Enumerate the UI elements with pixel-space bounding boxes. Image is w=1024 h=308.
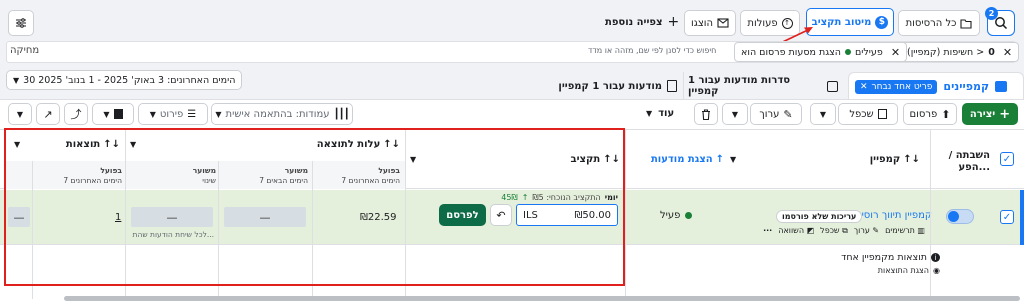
col-divider bbox=[625, 129, 626, 299]
chevron-down-icon: ▼ bbox=[16, 109, 24, 119]
tab-ads[interactable]: מודעות עבור 1 קמפיין bbox=[548, 72, 684, 100]
publish-button[interactable]: פרסום ⬆ bbox=[903, 103, 957, 125]
unpublished-badge: עריכות שלא פורסמו bbox=[776, 210, 863, 223]
columns-icon: ┃┃┃ bbox=[333, 108, 350, 120]
add-view-button[interactable]: צפייה נוספת + bbox=[605, 14, 679, 30]
campaign-name-link[interactable]: קמפיין תיווך רוסית bbox=[855, 210, 932, 221]
filter-search-input[interactable]: מחיקה bbox=[10, 45, 39, 56]
create-button[interactable]: יצירה + bbox=[962, 103, 1018, 125]
filter-hint: חיפוש כדי לסנן לפי שם, מזהה או מדד bbox=[588, 46, 717, 55]
header-onoff: השבתה / הפע... bbox=[948, 150, 990, 173]
list-icon: ☰ bbox=[187, 108, 197, 120]
campaign-toggle[interactable] bbox=[946, 209, 974, 224]
sliders-icon bbox=[16, 18, 26, 28]
duplicate-action[interactable]: שכפל ⧉ bbox=[820, 226, 848, 236]
row-checkbox[interactable]: ✓ bbox=[1000, 210, 1014, 224]
charts-toggle-button[interactable]: ↗ bbox=[36, 103, 60, 125]
hide-button[interactable]: הוצגו bbox=[684, 10, 736, 36]
more-actions-icon[interactable]: ··· bbox=[763, 226, 772, 236]
date-range-picker[interactable]: ▼ 30 הימים האחרונים: 3 באוק' 2025 - 1 בנ… bbox=[6, 70, 242, 90]
delivery-status: פעיל bbox=[660, 210, 693, 221]
sort-asc-icon: ↑ bbox=[715, 154, 724, 165]
export-icon: ⤴ bbox=[70, 108, 82, 121]
edit-button[interactable]: ערוך ✎ bbox=[750, 103, 802, 125]
header-delivery[interactable]: הצגת מודעות ↑ bbox=[630, 154, 724, 165]
reports-dropdown[interactable]: ▼ bbox=[92, 103, 134, 125]
chevron-down-icon: ▼ bbox=[215, 109, 222, 119]
row-actions: ··· השוואה ◩ שכפל ⧉ ערוך ✎ תרשימים ▥ bbox=[745, 226, 925, 236]
chevron-down-icon: ▼ bbox=[103, 109, 110, 119]
tab-campaigns[interactable]: ✕ פריט אחד נבחר קמפיינים bbox=[848, 72, 1024, 100]
dollar-icon: $ bbox=[875, 15, 889, 29]
edit-action[interactable]: ערוך ✎ bbox=[854, 226, 879, 236]
reports-icon bbox=[113, 109, 123, 119]
horizontal-scrollbar[interactable] bbox=[64, 296, 1020, 301]
chevron-down-icon: ▼ bbox=[149, 109, 156, 119]
status-dot bbox=[844, 49, 851, 55]
chevron-down-icon: ▼ bbox=[731, 109, 739, 119]
export-dropdown[interactable]: ▼ bbox=[8, 103, 32, 125]
more-dropdown[interactable]: ▼ עוד bbox=[646, 108, 674, 119]
export-button[interactable]: ⤴ bbox=[64, 103, 88, 125]
columns-dropdown[interactable]: ▼ עמודות: בהתאמה אישית ┃┃┃ bbox=[211, 103, 353, 125]
chip-close-icon[interactable]: ✕ bbox=[891, 46, 900, 59]
trash-icon bbox=[702, 108, 710, 120]
status-dot bbox=[685, 212, 693, 219]
plus-icon: + bbox=[999, 106, 1011, 122]
envelope-icon bbox=[717, 18, 729, 28]
chevron-down-icon: ▼ bbox=[13, 75, 20, 85]
highlight-annotation bbox=[4, 128, 625, 286]
filter-chip-impressions[interactable]: חשיפות (קמפיין) > 0 ✕ bbox=[900, 42, 1020, 62]
ad-icon bbox=[667, 80, 677, 92]
compare-action[interactable]: השוואה ◩ bbox=[778, 226, 814, 236]
notification-badge: 2 bbox=[985, 7, 998, 20]
toggle-knob bbox=[948, 211, 959, 222]
settings-sliders-button[interactable] bbox=[8, 10, 34, 36]
duplicate-button[interactable]: שכפל bbox=[838, 103, 898, 125]
row-selected-bar bbox=[1020, 190, 1024, 245]
delete-button[interactable] bbox=[694, 103, 718, 125]
filter-chip-delivery[interactable]: הצגת מסעות פרסום הוא פעילים ✕ bbox=[734, 42, 908, 62]
eye-icon: ◉ bbox=[933, 266, 940, 275]
chevron-down-icon: ▼ bbox=[730, 155, 737, 164]
sort-icon: ↑↓ bbox=[903, 154, 920, 165]
chip-close-icon[interactable]: ✕ bbox=[860, 82, 868, 92]
selected-chip[interactable]: ✕ פריט אחד נבחר bbox=[855, 79, 938, 94]
select-all-checkbox[interactable]: ✓ bbox=[1000, 152, 1014, 166]
folder-campaign-icon bbox=[995, 81, 1008, 92]
chip-close-icon[interactable]: ✕ bbox=[1003, 46, 1012, 59]
header-campaign[interactable]: ▼ קמפיין ↑↓ bbox=[730, 154, 920, 165]
tab-adsets[interactable]: סדרות מודעות עבור 1 קמפיין bbox=[688, 72, 844, 100]
edit-dropdown[interactable]: ▼ bbox=[722, 103, 748, 125]
charts-action[interactable]: תרשימים ▥ bbox=[885, 226, 925, 236]
all-versions-button[interactable]: כל הרסיסות bbox=[898, 10, 980, 36]
trend-icon: ↗ bbox=[43, 107, 53, 121]
grid-icon bbox=[827, 80, 838, 92]
folder-icon bbox=[960, 18, 972, 29]
plus-icon: + bbox=[667, 14, 680, 30]
upload-icon: ⬆ bbox=[941, 107, 951, 121]
pencil-icon: ✎ bbox=[783, 107, 793, 121]
chevron-down-icon: ▼ bbox=[646, 109, 653, 118]
summary-row: תוצאות מקמפיין אחד i הצגת התוצאות ◉ bbox=[841, 252, 940, 275]
info-icon: i bbox=[931, 253, 940, 262]
copy-icon bbox=[877, 109, 887, 119]
breakdown-dropdown[interactable]: ▼ פירוט ☰ bbox=[138, 103, 208, 125]
chevron-down-icon: ▼ bbox=[819, 109, 827, 119]
duplicate-dropdown[interactable]: ▼ bbox=[810, 103, 836, 125]
